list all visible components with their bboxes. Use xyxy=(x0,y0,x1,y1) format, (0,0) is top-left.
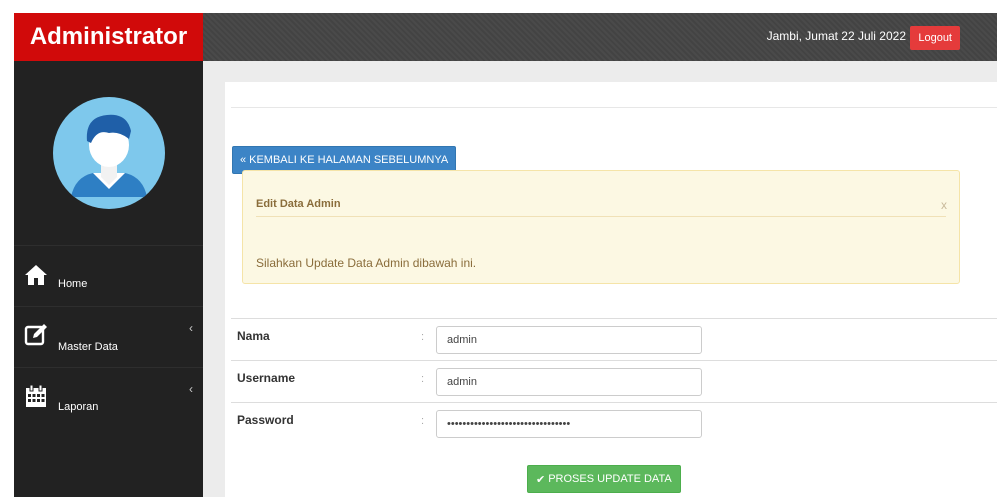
form-row-nama: Nama : xyxy=(231,318,997,360)
field-label: Password xyxy=(237,413,294,427)
avatar-person-icon xyxy=(71,114,147,197)
sidebar-item-home[interactable]: Home xyxy=(14,245,203,306)
home-icon xyxy=(25,265,47,285)
info-alert: Edit Data Admin x Silahkan Update Data A… xyxy=(242,170,960,284)
divider xyxy=(231,107,997,108)
main-content: « KEMBALI KE HALAMAN SEBELUMNYA Edit Dat… xyxy=(203,61,997,497)
current-date: Jambi, Jumat 22 Juli 2022 xyxy=(766,29,906,43)
brand-title: Administrator xyxy=(14,13,203,61)
update-data-button[interactable]: ✔ PROSES UPDATE DATA xyxy=(527,465,681,493)
form-row-username: Username : xyxy=(231,360,997,402)
double-chevron-left-icon: « xyxy=(240,154,247,166)
logout-button[interactable]: Logout xyxy=(910,26,960,50)
field-label: Username xyxy=(237,371,296,385)
check-icon: ✔ xyxy=(536,473,546,486)
alert-title: Edit Data Admin xyxy=(256,198,341,210)
content-panel: « KEMBALI KE HALAMAN SEBELUMNYA Edit Dat… xyxy=(225,82,997,497)
submit-button-label: PROSES UPDATE DATA xyxy=(548,473,672,485)
sidebar-item-label: Master Data xyxy=(58,341,118,353)
divider xyxy=(256,216,946,217)
field-label: Nama xyxy=(237,329,270,343)
back-button-label: KEMBALI KE HALAMAN SEBELUMNYA xyxy=(249,154,449,166)
nama-input[interactable] xyxy=(436,326,702,354)
username-input[interactable] xyxy=(436,368,702,396)
sidebar-item-laporan[interactable]: Laporan ‹ xyxy=(14,367,203,428)
field-colon: : xyxy=(421,331,425,343)
calendar-icon xyxy=(26,384,46,407)
chevron-left-icon: ‹ xyxy=(189,321,193,335)
alert-close-button[interactable]: x xyxy=(941,198,947,212)
field-colon: : xyxy=(421,373,425,385)
user-avatar xyxy=(53,97,165,209)
sidebar-item-master-data[interactable]: Master Data ‹ xyxy=(14,306,203,367)
sidebar: Home Master Data ‹ Laporan ‹ xyxy=(14,61,203,497)
edit-icon xyxy=(24,324,47,346)
form-row-password: Password : xyxy=(231,402,997,444)
alert-message: Silahkan Update Data Admin dibawah ini. xyxy=(256,256,477,270)
sidebar-item-label: Home xyxy=(58,278,88,290)
top-navbar: Jambi, Jumat 22 Juli 2022 Logout xyxy=(203,13,997,61)
chevron-left-icon: ‹ xyxy=(189,382,193,396)
password-input[interactable] xyxy=(436,410,702,438)
field-colon: : xyxy=(421,415,425,427)
sidebar-item-label: Laporan xyxy=(58,401,99,413)
